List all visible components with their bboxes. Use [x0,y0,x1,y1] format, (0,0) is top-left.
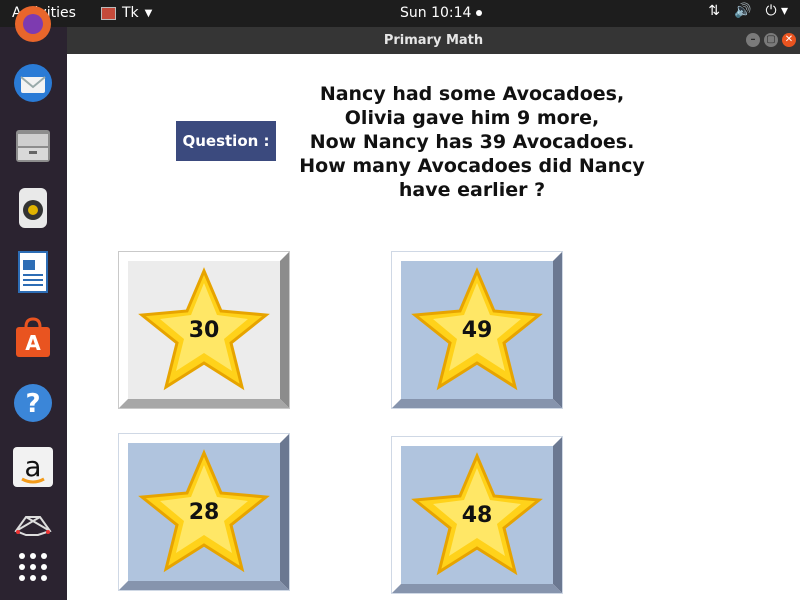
app-menu[interactable]: Tk ▼ [101,5,152,21]
answer-button-4[interactable]: 48 [391,436,563,594]
window-title-bar: Primary Math – ▢ ✕ [67,27,800,54]
app-content: Question : Nancy had some Avocadoes, Oli… [67,54,800,600]
answer-value: 28 [188,499,220,525]
svg-text:a: a [24,450,41,483]
amazon-icon[interactable]: a [10,444,56,490]
firefox-icon[interactable] [10,1,56,47]
chevron-down-icon: ▼ [144,7,153,19]
answer-button-3[interactable]: 28 [118,433,290,591]
clock[interactable]: Sun 10:14 [400,5,483,21]
maximize-icon[interactable]: ▢ [764,33,778,47]
network-icon[interactable]: ⇅ [708,3,720,19]
tk-app-icon [101,6,116,20]
volume-icon[interactable]: 🔊 [734,3,751,19]
question-line: have earlier ? [398,179,546,201]
question-text: Nancy had some Avocadoes, Olivia gave hi… [297,82,647,202]
dock: A ? a [0,6,67,600]
power-icon[interactable]: ⏻ ▾ [765,3,788,19]
svg-text:?: ? [25,389,40,419]
thunderbird-icon[interactable] [10,60,56,106]
window-title: Primary Math [383,33,484,48]
answer-button-1[interactable]: 30 [118,251,290,409]
app-menu-label: Tk [122,5,139,21]
app-grid-icon[interactable] [10,544,56,590]
question-line: Now Nancy has 39 Avocadoes. [309,131,635,153]
network-icon-dock[interactable] [10,500,56,546]
files-icon[interactable] [10,122,56,168]
question-line: Nancy had some Avocadoes, [319,83,625,105]
system-tray[interactable]: ⇅ 🔊 ⏻ ▾ [708,3,788,19]
answer-button-2[interactable]: 49 [391,251,563,409]
question-line: Olivia gave him 9 more, [344,107,600,129]
notification-dot-icon [476,10,483,16]
top-bar: Activities Tk ▼ Sun 10:14 ⇅ 🔊 ⏻ ▾ [0,0,800,27]
answer-value: 49 [461,317,493,343]
writer-icon[interactable] [10,249,56,295]
answer-value: 48 [461,502,493,528]
minimize-icon[interactable]: – [746,33,760,47]
question-line: How many Avocadoes did Nancy [299,155,645,177]
rhythmbox-icon[interactable] [10,185,56,231]
clock-label: Sun 10:14 [400,5,472,21]
answer-value: 30 [188,317,220,343]
software-icon[interactable]: A [10,315,56,361]
close-icon[interactable]: ✕ [782,33,796,47]
window-controls: – ▢ ✕ [746,33,796,47]
help-icon[interactable]: ? [10,380,56,426]
question-label: Question : [176,121,276,161]
svg-text:A: A [25,331,41,355]
